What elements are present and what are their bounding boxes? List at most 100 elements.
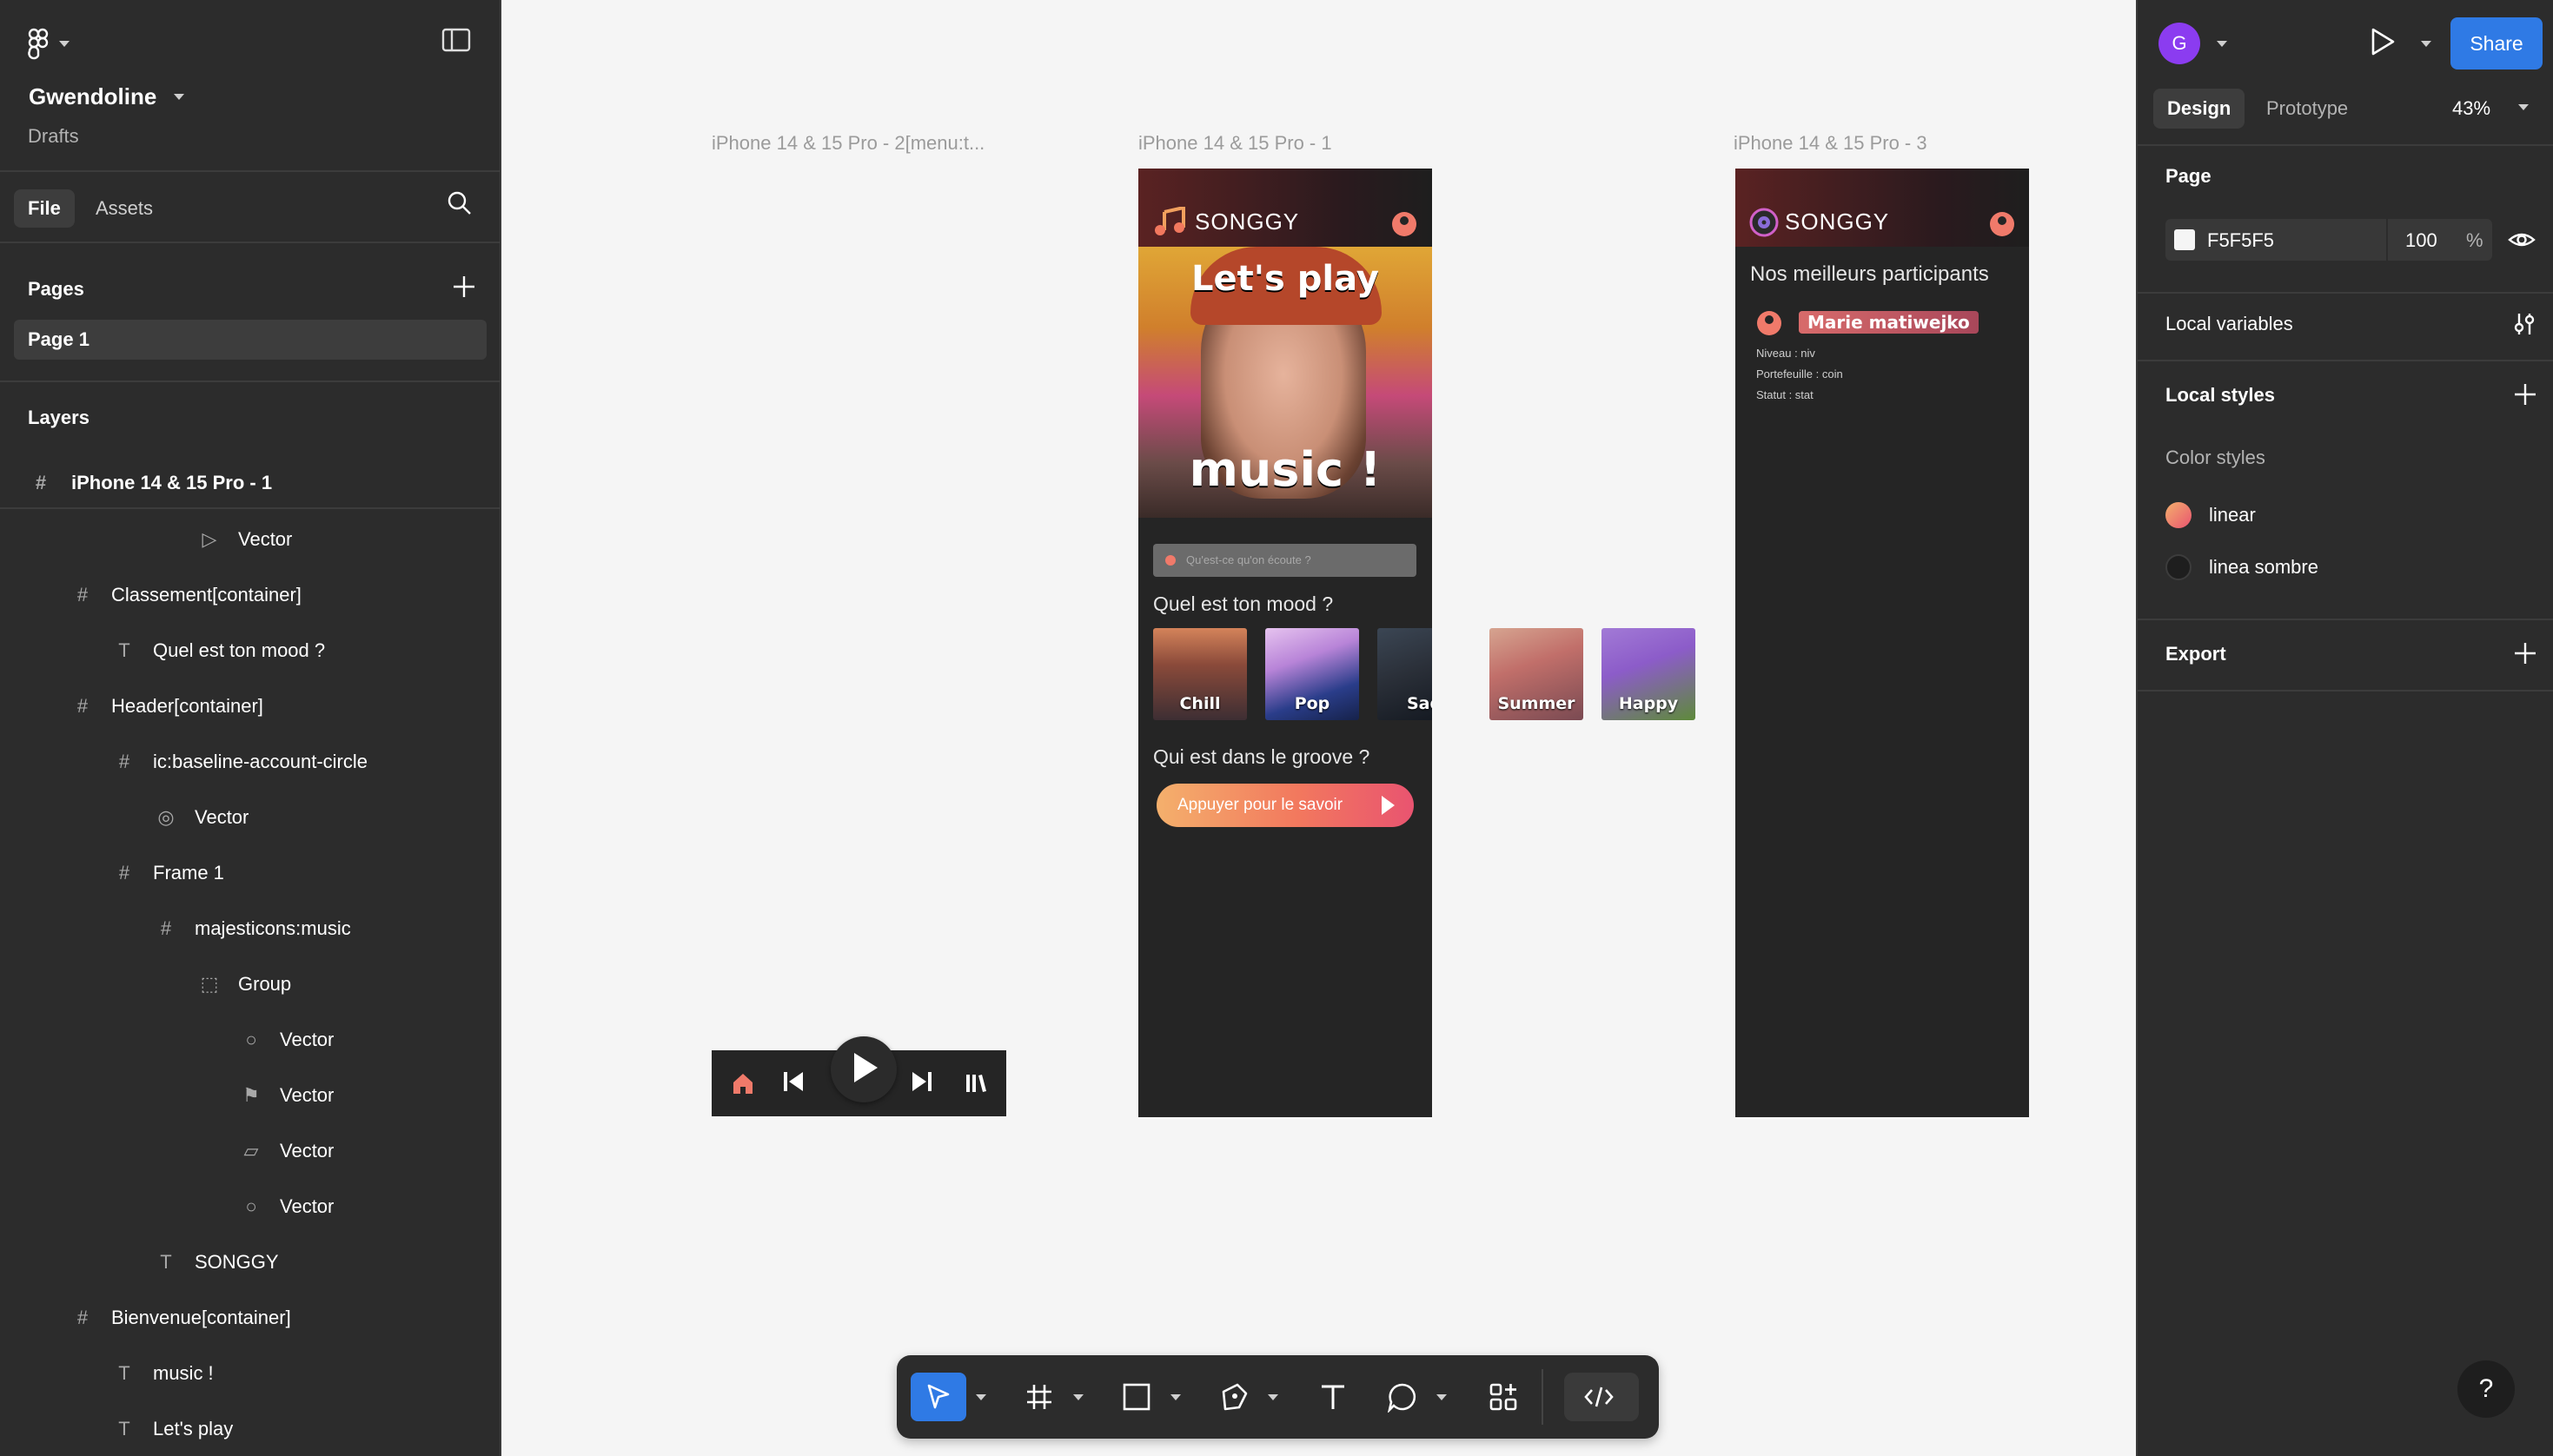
mood-card-pop[interactable]: Pop xyxy=(1265,628,1359,720)
tab-prototype[interactable]: Prototype xyxy=(2266,89,2348,129)
layer-label: iPhone 14 & 15 Pro - 1 xyxy=(71,472,273,493)
frame-label-1[interactable]: iPhone 14 & 15 Pro - 1 xyxy=(1138,132,1332,155)
chevron-down-icon[interactable] xyxy=(2217,41,2227,47)
layer-row[interactable]: T Let's play xyxy=(115,1401,233,1456)
frame-tool-menu[interactable] xyxy=(1071,1373,1086,1421)
mood-title: Quel est ton mood ? xyxy=(1153,592,1334,615)
layer-row[interactable]: # majesticons:music xyxy=(156,901,351,956)
local-variables-button[interactable]: Local variables xyxy=(2165,313,2293,335)
layer-row[interactable]: ○ Vector xyxy=(242,1012,334,1068)
mood-card-summer[interactable]: Summer xyxy=(1489,628,1583,720)
layer-row[interactable]: # Header[container] xyxy=(73,678,263,734)
rectangle-tool-button[interactable] xyxy=(1117,1373,1156,1421)
cta-label: Appuyer pour le savoir xyxy=(1177,796,1343,814)
dev-mode-toggle[interactable] xyxy=(1564,1373,1639,1421)
layer-row[interactable]: # Frame 1 xyxy=(115,845,224,901)
toggle-sidebar-button[interactable] xyxy=(441,28,476,57)
tab-file[interactable]: File xyxy=(14,189,75,228)
library-icon xyxy=(966,1075,986,1092)
mood-card-chill[interactable]: Chill xyxy=(1153,628,1247,720)
move-tool-menu[interactable] xyxy=(973,1373,989,1421)
layer-row[interactable]: ▷ Vector xyxy=(200,512,293,567)
main-menu-button[interactable] xyxy=(26,26,78,61)
add-style-button[interactable] xyxy=(2513,382,2537,411)
layer-label: Vector xyxy=(238,528,293,550)
frame-label-2[interactable]: iPhone 14 & 15 Pro - 2[menu:t... xyxy=(712,132,985,155)
layer-label: Group xyxy=(238,973,292,995)
layer-row[interactable]: Tmusic ! xyxy=(115,1346,213,1401)
text-tool-button[interactable] xyxy=(1314,1373,1352,1421)
present-button[interactable] xyxy=(2369,26,2397,62)
comment-tool-menu[interactable] xyxy=(1434,1373,1449,1421)
layer-row[interactable]: # ic:baseline-account-circle xyxy=(115,734,368,790)
page-background-field[interactable]: F5F5F5 100 % xyxy=(2165,219,2492,261)
previous-icon xyxy=(784,1072,803,1091)
zoom-level[interactable]: 43% xyxy=(2452,89,2490,129)
pen-tool-menu[interactable] xyxy=(1265,1373,1281,1421)
tab-design[interactable]: Design xyxy=(2153,89,2245,129)
layer-row[interactable]: ⬚ Group xyxy=(200,956,292,1012)
background-color-swatch[interactable] xyxy=(2174,229,2195,250)
phone-frame-1[interactable]: SONGGY Let's play music ! Qu'est-ce qu'o… xyxy=(1138,169,1432,1117)
design-canvas[interactable]: iPhone 14 & 15 Pro - 2[menu:t... iPhone … xyxy=(503,0,2136,1456)
background-opacity[interactable]: 100 xyxy=(2405,229,2437,252)
next-icon xyxy=(912,1072,932,1091)
comment-tool-button[interactable] xyxy=(1383,1373,1422,1421)
song-search-input[interactable]: Qu'est-ce qu'on écoute ? xyxy=(1153,544,1416,577)
chevron-down-icon[interactable] xyxy=(2421,41,2431,47)
project-name-button[interactable]: Gwendoline xyxy=(29,83,185,110)
layer-row[interactable]: ⚑ Vector xyxy=(242,1068,334,1123)
frame-label-3[interactable]: iPhone 14 & 15 Pro - 3 xyxy=(1734,132,1927,155)
toolbar-divider xyxy=(1542,1369,1543,1425)
find-out-button[interactable]: Appuyer pour le savoir xyxy=(1157,784,1414,827)
background-hex[interactable]: F5F5F5 xyxy=(2207,229,2274,252)
flag-vector-icon: ⚑ xyxy=(242,1084,260,1106)
user-avatar[interactable]: G xyxy=(2158,23,2200,64)
play-button[interactable] xyxy=(831,1036,897,1102)
page-item[interactable]: Page 1 xyxy=(14,320,487,360)
style-swatch-sombre[interactable] xyxy=(2165,554,2192,580)
groove-title: Qui est dans le groove ? xyxy=(1153,745,1370,768)
mood-card-happy[interactable]: Happy xyxy=(1601,628,1695,720)
plus-icon xyxy=(2515,643,2536,664)
phone-frame-3[interactable]: SONGGY Nos meilleurs participants Marie … xyxy=(1735,169,2029,1117)
layer-label: Vector xyxy=(280,1140,335,1161)
mood-label: Sad xyxy=(1406,694,1432,713)
layer-row[interactable]: # Bienvenue[container] xyxy=(73,1290,291,1346)
chevron-down-icon xyxy=(1073,1393,1084,1400)
account-vector-icon: ◎ xyxy=(157,806,175,828)
project-location[interactable]: Drafts xyxy=(28,125,79,148)
share-button[interactable]: Share xyxy=(2450,17,2543,69)
ellipse-icon: ○ xyxy=(245,1195,257,1217)
layer-row[interactable]: T Quel est ton mood ? xyxy=(115,623,325,678)
layer-row[interactable]: # Classement[container] xyxy=(73,567,302,623)
layer-row[interactable]: ◎ Vector xyxy=(156,790,249,845)
add-export-button[interactable] xyxy=(2513,641,2537,670)
layer-root-frame[interactable]: # iPhone 14 & 15 Pro - 1 xyxy=(0,459,500,509)
mood-card-sad[interactable]: Sad xyxy=(1377,628,1432,720)
sidebar-header: Gwendoline Drafts xyxy=(0,0,500,172)
toggle-visibility-button[interactable] xyxy=(2508,226,2536,258)
account-icon xyxy=(1990,212,2014,236)
player-frame[interactable] xyxy=(712,1036,1006,1116)
rectangle-icon xyxy=(1123,1383,1151,1411)
style-swatch-linear[interactable] xyxy=(2165,502,2192,528)
move-tool-button[interactable] xyxy=(911,1373,966,1421)
style-name[interactable]: linea sombre xyxy=(2209,556,2318,579)
chevron-down-icon[interactable] xyxy=(2518,104,2529,110)
layer-row[interactable]: ▱ Vector xyxy=(242,1123,335,1179)
tab-assets[interactable]: Assets xyxy=(96,189,153,228)
frame-tool-button[interactable] xyxy=(1020,1373,1058,1421)
style-name[interactable]: linear xyxy=(2209,504,2256,526)
open-variables-button[interactable] xyxy=(2511,311,2537,341)
add-page-button[interactable] xyxy=(452,275,476,303)
export-title: Export xyxy=(2165,643,2226,665)
search-layers-button[interactable] xyxy=(447,190,473,221)
actions-button[interactable] xyxy=(1484,1373,1522,1421)
pen-tool-button[interactable] xyxy=(1215,1373,1253,1421)
shape-tool-menu[interactable] xyxy=(1168,1373,1184,1421)
layer-row[interactable]: T SONGGY xyxy=(156,1234,278,1290)
help-button[interactable]: ? xyxy=(2457,1360,2515,1418)
frame-icon: # xyxy=(35,472,47,493)
layer-row[interactable]: ○ Vector xyxy=(242,1179,334,1234)
